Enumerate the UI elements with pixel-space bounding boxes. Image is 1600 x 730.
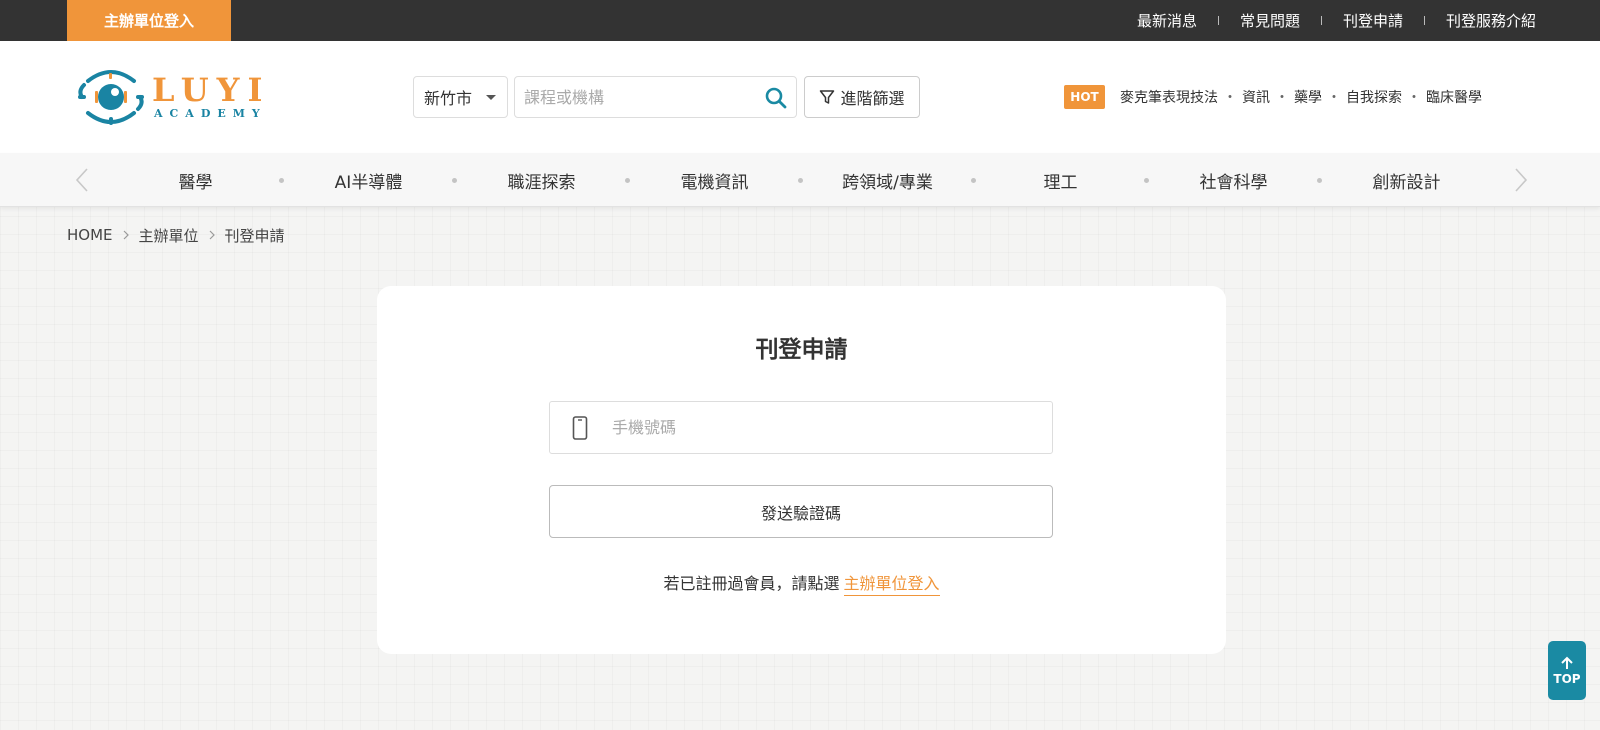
top-nav: 最新消息 常見問題 刊登申請 刊登服務介紹 [1137,0,1536,41]
top-bar: 主辦單位登入 最新消息 常見問題 刊登申請 刊登服務介紹 [0,0,1600,41]
organizer-login-button[interactable]: 主辦單位登入 [67,0,231,41]
organizer-login-link[interactable]: 主辦單位登入 [843,574,940,596]
city-select[interactable]: 新竹市 [413,76,508,118]
back-to-top-label: TOP [1553,671,1581,686]
site-header: LUYI ACADEMY 新竹市 進階篩選 HOT 麥克筆表現技法 ・ 資訊 ・… [0,41,1600,153]
back-to-top-button[interactable]: TOP [1548,641,1586,700]
caret-down-icon [486,95,496,100]
hot-keyword[interactable]: 藥學 [1294,87,1322,107]
category-social-science[interactable]: 社會科學 [1144,168,1320,193]
hot-keyword[interactable]: 自我探索 [1346,87,1402,107]
category-cross-domain[interactable]: 跨領域/專業 [798,168,974,193]
hot-keyword-separator: ・ [1327,90,1341,106]
top-nav-faq[interactable]: 常見問題 [1240,10,1300,31]
search-icon[interactable] [764,86,788,110]
search-input[interactable] [515,77,755,117]
arrow-up-icon [1561,656,1573,669]
phone-input[interactable] [612,402,1042,453]
top-nav-listing-service[interactable]: 刊登服務介紹 [1446,10,1536,31]
chevron-right-icon [123,230,129,240]
chevron-left-icon[interactable] [73,167,93,193]
top-nav-divider [1320,16,1322,25]
hot-keyword[interactable]: 臨床醫學 [1426,87,1482,107]
advanced-filter-button[interactable]: 進階篩選 [804,76,920,118]
mobile-phone-icon [572,416,588,440]
send-verification-code-button[interactable]: 發送驗證碼 [549,485,1053,538]
breadcrumb: HOME 主辦單位 刊登申請 [67,225,285,245]
category-innovative-design[interactable]: 創新設計 [1317,168,1493,193]
top-nav-divider [1217,16,1219,25]
hot-keyword[interactable]: 資訊 [1242,87,1270,107]
hot-badge: HOT [1064,85,1105,109]
chevron-right-icon[interactable] [1510,167,1530,193]
page-title: 刊登申請 [755,337,848,363]
category-career[interactable]: 職涯探索 [452,168,628,193]
listing-apply-card: 刊登申請 發送驗證碼 若已註冊過會員，請點選主辦單位登入 [377,286,1226,654]
search-box [514,76,797,118]
logo-subtitle: ACADEMY [154,107,267,120]
category-medicine[interactable]: 醫學 [109,168,282,193]
category-ai-semiconductor[interactable]: AI半導體 [279,168,455,193]
category-list: 醫學 AI半導體 職涯探索 電機資訊 跨領域/專業 理工 社會科學 創新設計 [109,153,1497,207]
category-bar: 醫學 AI半導體 職涯探索 電機資訊 跨領域/專業 理工 社會科學 創新設計 [0,153,1600,207]
category-science-engineering[interactable]: 理工 [971,168,1147,193]
logo-eye-icon [78,70,144,125]
member-login-hint: 若已註冊過會員，請點選 主辦單位登入 [377,570,1226,596]
hot-keyword[interactable]: 麥克筆表現技法 [1120,87,1218,107]
hot-keyword-separator: ・ [1223,90,1237,106]
logo-word: LUYI [152,71,271,109]
category-eecs[interactable]: 電機資訊 [625,168,801,193]
hot-keyword-separator: ・ [1407,90,1421,106]
top-nav-divider [1423,16,1425,25]
top-nav-news[interactable]: 最新消息 [1137,10,1197,31]
phone-field [549,401,1053,454]
top-nav-listing-apply[interactable]: 刊登申請 [1343,10,1403,31]
logo-text: LUYI ACADEMY [152,73,270,121]
breadcrumb-current: 刊登申請 [224,226,285,245]
hot-keywords: 麥克筆表現技法 ・ 資訊 ・ 藥學 ・ 自我探索 ・ 臨床醫學 [1120,85,1482,109]
advanced-filter-label: 進階篩選 [840,89,905,108]
member-login-hint-text: 若已註冊過會員，請點選 [663,574,840,593]
site-logo[interactable]: LUYI ACADEMY [74,61,264,133]
hot-keyword-separator: ・ [1275,90,1289,106]
filter-icon [820,90,835,104]
city-select-value: 新竹市 [424,89,473,108]
breadcrumb-organizer[interactable]: 主辦單位 [139,225,199,246]
chevron-right-icon [209,230,215,240]
breadcrumb-home[interactable]: HOME [67,226,113,244]
